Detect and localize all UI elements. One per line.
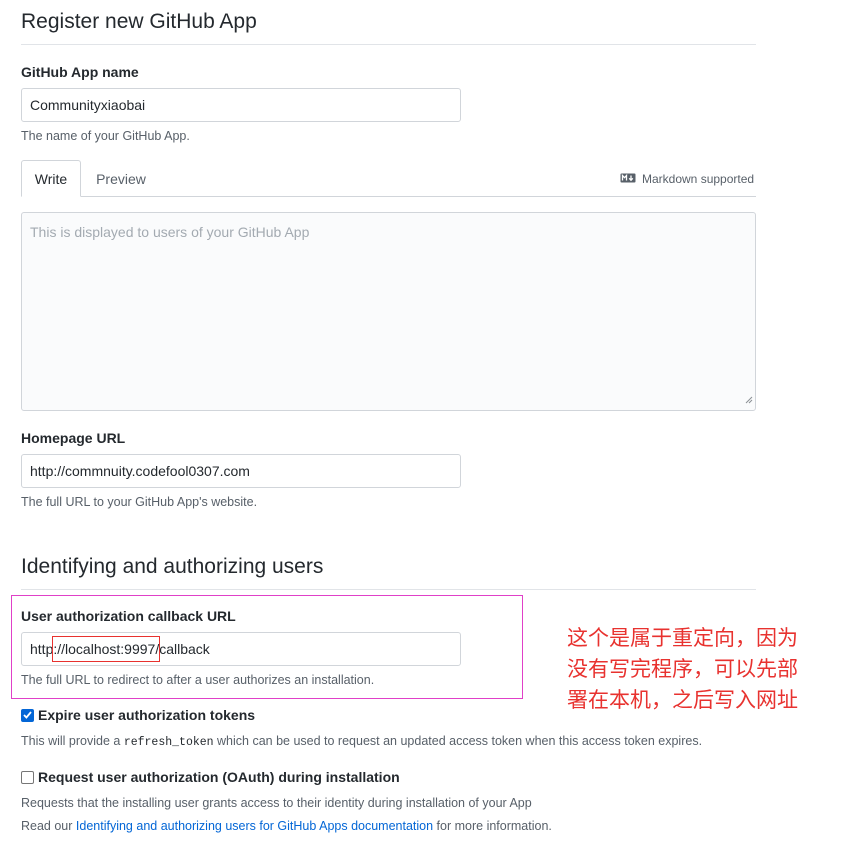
annotation-line: 署在本机，之后写入网址 xyxy=(567,688,798,712)
expire-tokens-note-after: which can be used to request an updated … xyxy=(213,734,703,748)
check-icon xyxy=(23,711,32,719)
app-name-value: Communityxiaobai xyxy=(30,97,146,113)
identify-section-title: Identifying and authorizing users xyxy=(21,555,324,578)
oauth-docs-link[interactable]: Identifying and authorizing users for Gi… xyxy=(76,819,433,833)
oauth-docs-after: for more information. xyxy=(433,819,552,833)
app-name-label: GitHub App name xyxy=(21,64,139,80)
callback-value-host: //localhost:9997 xyxy=(52,636,161,662)
homepage-label: Homepage URL xyxy=(21,430,126,446)
tab-write-label: Write xyxy=(34,170,68,187)
description-placeholder: This is displayed to users of your GitHu… xyxy=(30,224,310,240)
page-title: Register new GitHub App xyxy=(21,10,257,33)
oauth-install-option[interactable]: Request user authorization (OAuth) durin… xyxy=(21,769,400,785)
markdown-supported-label: Markdown supported xyxy=(642,172,755,186)
tab-preview[interactable]: Preview xyxy=(88,160,154,197)
oauth-install-checkbox[interactable] xyxy=(21,770,34,784)
expire-tokens-option[interactable]: Expire user authorization tokens xyxy=(21,707,255,723)
annotation-line: 这个是属于重定向，因为 xyxy=(567,626,798,650)
oauth-install-note: Requests that the installing user grants… xyxy=(21,796,532,810)
annotation-text: 这个是属于重定向，因为 没有写完程序，可以先部 署在本机，之后写入网址 xyxy=(567,623,798,716)
expire-tokens-note-before: This will provide a xyxy=(21,734,124,748)
callback-value-suffix: /callback xyxy=(155,641,210,657)
oauth-install-label: Request user authorization (OAuth) durin… xyxy=(38,769,400,785)
tab-write[interactable]: Write xyxy=(21,160,81,197)
markdown-icon xyxy=(620,172,636,186)
app-name-note: The name of your GitHub App. xyxy=(21,129,190,143)
homepage-note: The full URL to your GitHub App's websit… xyxy=(21,495,258,509)
title-divider xyxy=(21,44,756,45)
oauth-docs-line: Read our Identifying and authorizing use… xyxy=(21,819,552,833)
expire-tokens-checkbox[interactable] xyxy=(21,708,34,722)
callback-label: User authorization callback URL xyxy=(21,608,236,624)
tab-preview-label: Preview xyxy=(96,170,146,187)
callback-value-prefix: http: xyxy=(30,641,58,657)
callback-input[interactable]: http: //localhost:9997 /callback xyxy=(21,632,461,666)
refresh-token-code: refresh_token xyxy=(123,736,214,749)
resize-grip-icon[interactable] xyxy=(744,391,753,409)
oauth-docs-before: Read our xyxy=(21,819,76,833)
description-textarea[interactable]: This is displayed to users of your GitHu… xyxy=(21,212,756,411)
expire-tokens-label: Expire user authorization tokens xyxy=(38,707,256,723)
app-name-input[interactable]: Communityxiaobai xyxy=(21,88,461,122)
annotation-line: 没有写完程序，可以先部 xyxy=(567,657,798,681)
markdown-supported[interactable]: Markdown supported xyxy=(620,172,754,186)
homepage-input[interactable]: http://commnuity.codefool0307.com xyxy=(21,454,461,488)
callback-note: The full URL to redirect to after a user… xyxy=(21,673,375,687)
identify-divider xyxy=(21,589,756,590)
expire-tokens-note: This will provide a refresh_token which … xyxy=(21,734,702,749)
homepage-value: http://commnuity.codefool0307.com xyxy=(30,463,250,479)
